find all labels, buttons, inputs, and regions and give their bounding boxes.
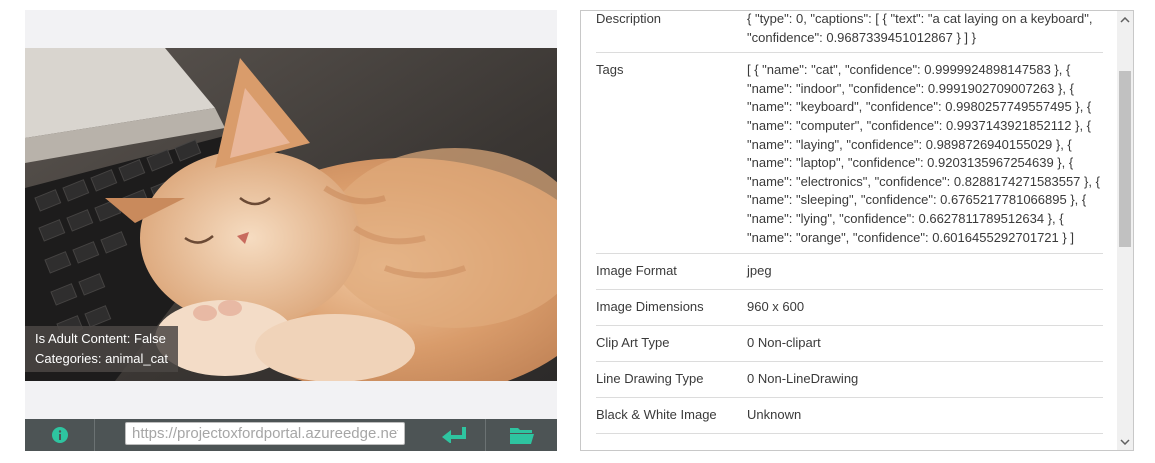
result-value: 0 Non-LineDrawing bbox=[747, 371, 859, 387]
result-row-image-dimensions: Image Dimensions 960 x 600 bbox=[596, 290, 1103, 327]
adult-content-label: Is Adult Content: False bbox=[35, 331, 166, 346]
result-row-description: Description { "type": 0, "captions": [ {… bbox=[596, 11, 1103, 54]
result-row-image-format: Image Format jpeg bbox=[596, 254, 1103, 291]
scroll-up-button[interactable] bbox=[1117, 11, 1133, 28]
adult-content-overlay: Is Adult Content: False Categories: anim… bbox=[25, 326, 178, 372]
result-value: [ { "name": "cat", "confidence": 0.99999… bbox=[747, 62, 1100, 245]
image-panel: Is Adult Content: False Categories: anim… bbox=[25, 10, 557, 451]
image-toolbar bbox=[25, 419, 557, 451]
result-row-clip-art-type: Clip Art Type 0 Non-clipart bbox=[596, 326, 1103, 363]
result-row-black-white-image: Black & White Image Unknown bbox=[596, 398, 1103, 435]
result-row-tags: Tags [ { "name": "cat", "confidence": 0.… bbox=[596, 53, 1103, 255]
results-scrollbar[interactable] bbox=[1117, 11, 1133, 450]
submit-url-button[interactable] bbox=[425, 419, 486, 451]
scrollbar-thumb[interactable] bbox=[1119, 71, 1131, 247]
result-value: Unknown bbox=[747, 407, 802, 423]
browse-file-button[interactable] bbox=[486, 419, 557, 451]
analysis-results-panel[interactable]: Description { "type": 0, "captions": [ {… bbox=[580, 10, 1134, 451]
image-url-input[interactable] bbox=[125, 422, 405, 445]
result-key: Image Format bbox=[596, 263, 677, 279]
result-value: 960 x 600 bbox=[747, 299, 805, 315]
categories-label: Categories: animal_cat bbox=[35, 351, 168, 366]
result-row-line-drawing-type: Line Drawing Type 0 Non-LineDrawing bbox=[596, 362, 1103, 399]
result-key: Clip Art Type bbox=[596, 335, 670, 351]
scroll-down-button[interactable] bbox=[1117, 433, 1133, 450]
result-key: Image Dimensions bbox=[596, 299, 704, 315]
result-key: Line Drawing Type bbox=[596, 371, 704, 387]
result-value: { "type": 0, "captions": [ { "text": "a … bbox=[747, 11, 1093, 45]
result-value: jpeg bbox=[747, 263, 772, 279]
results-list: Description { "type": 0, "captions": [ {… bbox=[581, 11, 1119, 441]
info-icon bbox=[51, 427, 68, 443]
chevron-down-icon bbox=[1120, 438, 1130, 445]
enter-icon bbox=[442, 427, 466, 443]
result-value: 0 Non-clipart bbox=[747, 335, 821, 351]
result-key: Description bbox=[596, 11, 662, 26]
info-button[interactable] bbox=[25, 419, 95, 451]
folder-icon bbox=[509, 428, 534, 444]
chevron-up-icon bbox=[1120, 16, 1130, 23]
result-key: Tags bbox=[596, 62, 624, 78]
result-key: Black & White Image bbox=[596, 407, 717, 423]
